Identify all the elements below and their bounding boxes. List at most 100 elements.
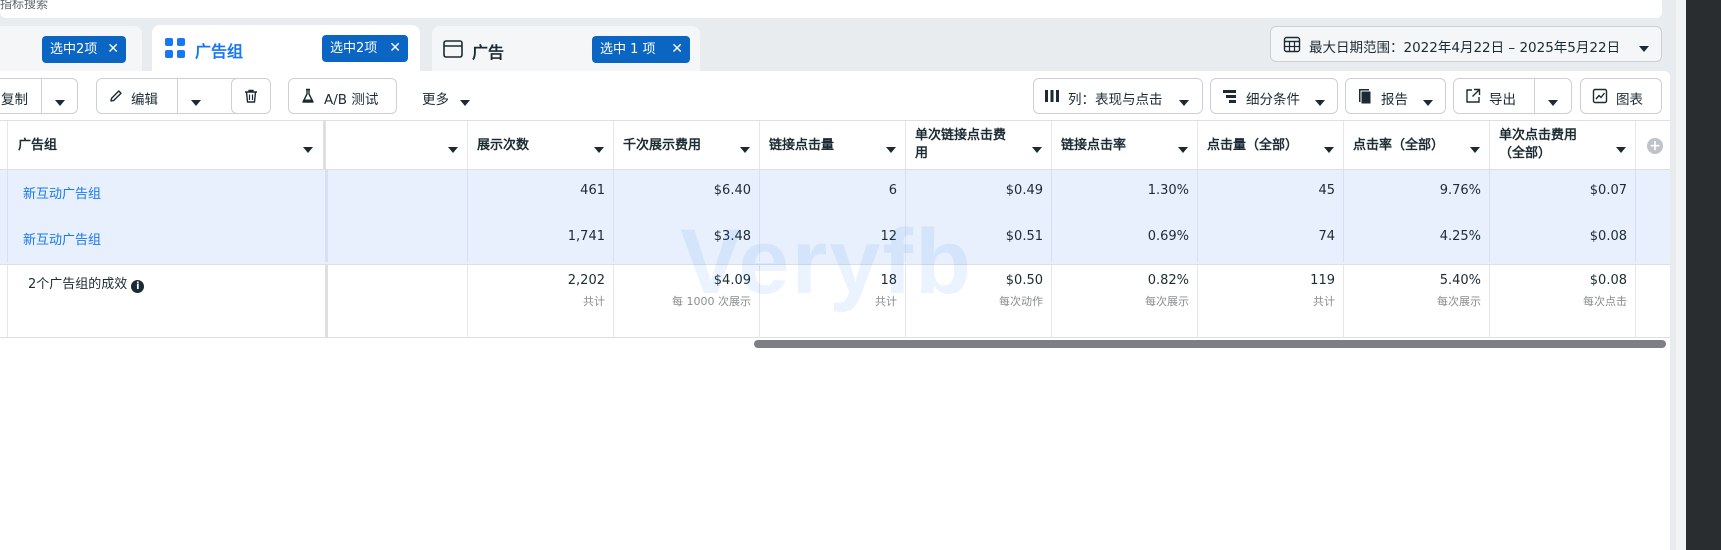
horizontal-scrollbar[interactable] [754, 340, 1666, 348]
header-clicks-all[interactable]: 点击量（全部） [1198, 121, 1344, 169]
ab-test-button[interactable]: A/B 测试 [288, 78, 397, 114]
header-label: 单次点击费用 （全部） [1499, 127, 1577, 163]
clicks-all-cell: 45 [1198, 170, 1344, 216]
cell-value: $0.51 [1005, 229, 1043, 244]
divider [1534, 78, 1535, 114]
columns-button[interactable]: 列：表现与点击 [1033, 78, 1203, 114]
cell-value: 1.30% [1147, 183, 1189, 198]
tab-adsets[interactable]: 广告组 选中2项 ✕ [152, 25, 420, 71]
chevron-down-icon[interactable] [740, 142, 750, 157]
cell-value: $0.49 [1005, 183, 1043, 198]
header-label: 点击率（全部） [1353, 138, 1445, 153]
chevron-down-icon[interactable] [448, 142, 458, 157]
more-button[interactable]: 更多 [411, 78, 479, 114]
selection-badge[interactable]: 选中2项 ✕ [42, 36, 126, 63]
tab-adsets-label: 广告组 [195, 42, 244, 61]
chevron-down-icon [1423, 94, 1433, 110]
selection-badge[interactable]: 选中 1 项 ✕ [592, 36, 690, 63]
totals-row: 2个广告组的成效 i 2,202 共计 $4.09 每 1000 次展示 18 共… [0, 264, 1670, 338]
header-ctr-all[interactable]: 点击率（全部） [1344, 121, 1490, 169]
header-cpc-all[interactable]: 单次点击费用 （全部） [1490, 121, 1636, 169]
total-subtitle: 每次点击 [1583, 295, 1627, 308]
chevron-down-icon[interactable] [1470, 142, 1480, 157]
selection-badge-label: 选中2项 [330, 41, 378, 56]
page-scrollbar-track[interactable] [1676, 0, 1686, 550]
chevron-down-icon[interactable] [1616, 142, 1626, 157]
total-subtitle: 共计 [1313, 295, 1335, 308]
total-subtitle: 每次动作 [999, 295, 1043, 308]
columns-button-label: 列：表现与点击 [1068, 92, 1163, 108]
chevron-down-icon[interactable] [1032, 142, 1042, 157]
header-adset-name[interactable]: 广告组 [8, 121, 326, 169]
cell-value: 12 [880, 229, 897, 244]
ab-test-button-label: A/B 测试 [324, 92, 379, 108]
edit-button[interactable]: 编辑 [96, 78, 244, 114]
chart-button-label: 图表 [1616, 92, 1643, 108]
cell-value: 4.25% [1439, 229, 1481, 244]
chevron-down-icon[interactable] [1548, 94, 1558, 110]
row-checkbox-cell[interactable] [0, 216, 8, 262]
header-blank[interactable] [328, 121, 468, 169]
tab-ads[interactable]: 广告 选中 1 项 ✕ [432, 26, 700, 71]
chart-button[interactable]: 图表 [1580, 78, 1662, 114]
chevron-down-icon[interactable] [191, 94, 201, 110]
blank-cell [328, 170, 468, 216]
header-impressions[interactable]: 展示次数 [468, 121, 614, 169]
blank-cell [328, 265, 468, 338]
cell-value: $3.48 [713, 229, 751, 244]
clear-selection-icon[interactable]: ✕ [389, 35, 401, 62]
totals-ctr-all: 5.40% 每次展示 [1344, 265, 1490, 338]
header-link-clicks[interactable]: 链接点击量 [760, 121, 906, 169]
chevron-down-icon[interactable] [594, 142, 604, 157]
total-value: $4.09 [713, 273, 751, 288]
chevron-down-icon[interactable] [1178, 142, 1188, 157]
adset-name-link[interactable]: 新互动广告组 [23, 229, 101, 248]
header-cost-per-link-click[interactable]: 单次链接点击费 用 [906, 121, 1052, 169]
tab-campaigns[interactable]: 选中2项 ✕ [0, 26, 142, 71]
totals-spacer [0, 265, 8, 338]
export-button-label: 导出 [1489, 92, 1516, 108]
cell-value: 0.69% [1147, 229, 1189, 244]
chevron-down-icon[interactable] [303, 142, 313, 157]
header-label: 点击量（全部） [1207, 138, 1299, 153]
chevron-down-icon[interactable] [1324, 142, 1334, 157]
table-row[interactable]: 新互动广告组 461 $6.40 6 $0.49 1.30% 45 9.76% … [0, 170, 1670, 216]
header-label: 千次展示费用 [623, 138, 702, 153]
columns-icon [1045, 90, 1059, 102]
search-bar[interactable]: 指标搜索 [0, 0, 1662, 18]
total-value: $0.08 [1589, 273, 1627, 288]
delete-button[interactable] [231, 78, 271, 114]
trash-icon [245, 89, 257, 103]
add-column-icon[interactable]: + [1647, 138, 1663, 154]
total-subtitle: 每次展示 [1145, 295, 1189, 308]
date-range-picker[interactable]: 最大日期范围：2022年4月22日 – 2025年5月22日 [1270, 26, 1662, 62]
header-link-ctr[interactable]: 链接点击率 [1052, 121, 1198, 169]
window-edge [1686, 0, 1721, 550]
table-row[interactable]: 新互动广告组 1,741 $3.48 12 $0.51 0.69% 74 4.2… [0, 216, 1670, 264]
calendar-icon [1283, 36, 1301, 53]
more-button-label: 更多 [422, 92, 449, 108]
clicks-all-cell: 74 [1198, 216, 1344, 262]
info-icon[interactable]: i [131, 280, 145, 293]
copy-button[interactable]: 复制 [0, 78, 78, 114]
adset-name-link[interactable]: 新互动广告组 [23, 183, 101, 202]
header-cpm[interactable]: 千次展示费用 [614, 121, 760, 169]
total-subtitle: 每次展示 [1437, 295, 1481, 308]
chevron-down-icon[interactable] [55, 94, 65, 110]
clear-selection-icon[interactable]: ✕ [107, 36, 119, 63]
cell-value: $6.40 [713, 183, 751, 198]
clear-selection-icon[interactable]: ✕ [671, 36, 683, 63]
export-button[interactable]: 导出 [1453, 78, 1572, 114]
total-subtitle: 每 1000 次展示 [672, 295, 751, 308]
chevron-down-icon[interactable] [886, 142, 896, 157]
selection-badge[interactable]: 选中2项 ✕ [322, 35, 408, 62]
selection-badge-label: 选中2项 [50, 42, 98, 57]
breakdown-button[interactable]: 细分条件 [1210, 78, 1338, 114]
row-checkbox-cell[interactable] [0, 170, 8, 216]
cell-value: 74 [1318, 229, 1335, 244]
impressions-cell: 1,741 [468, 216, 614, 262]
header-label-line1: 单次链接点击费 [915, 128, 1007, 143]
report-button[interactable]: 报告 [1345, 78, 1446, 114]
adsets-table: 广告组 展示次数 千次展示费用 链接点击量 单次链接点击费 用 链接点击率 点击… [0, 120, 1670, 340]
cell-value: $0.08 [1589, 229, 1627, 244]
